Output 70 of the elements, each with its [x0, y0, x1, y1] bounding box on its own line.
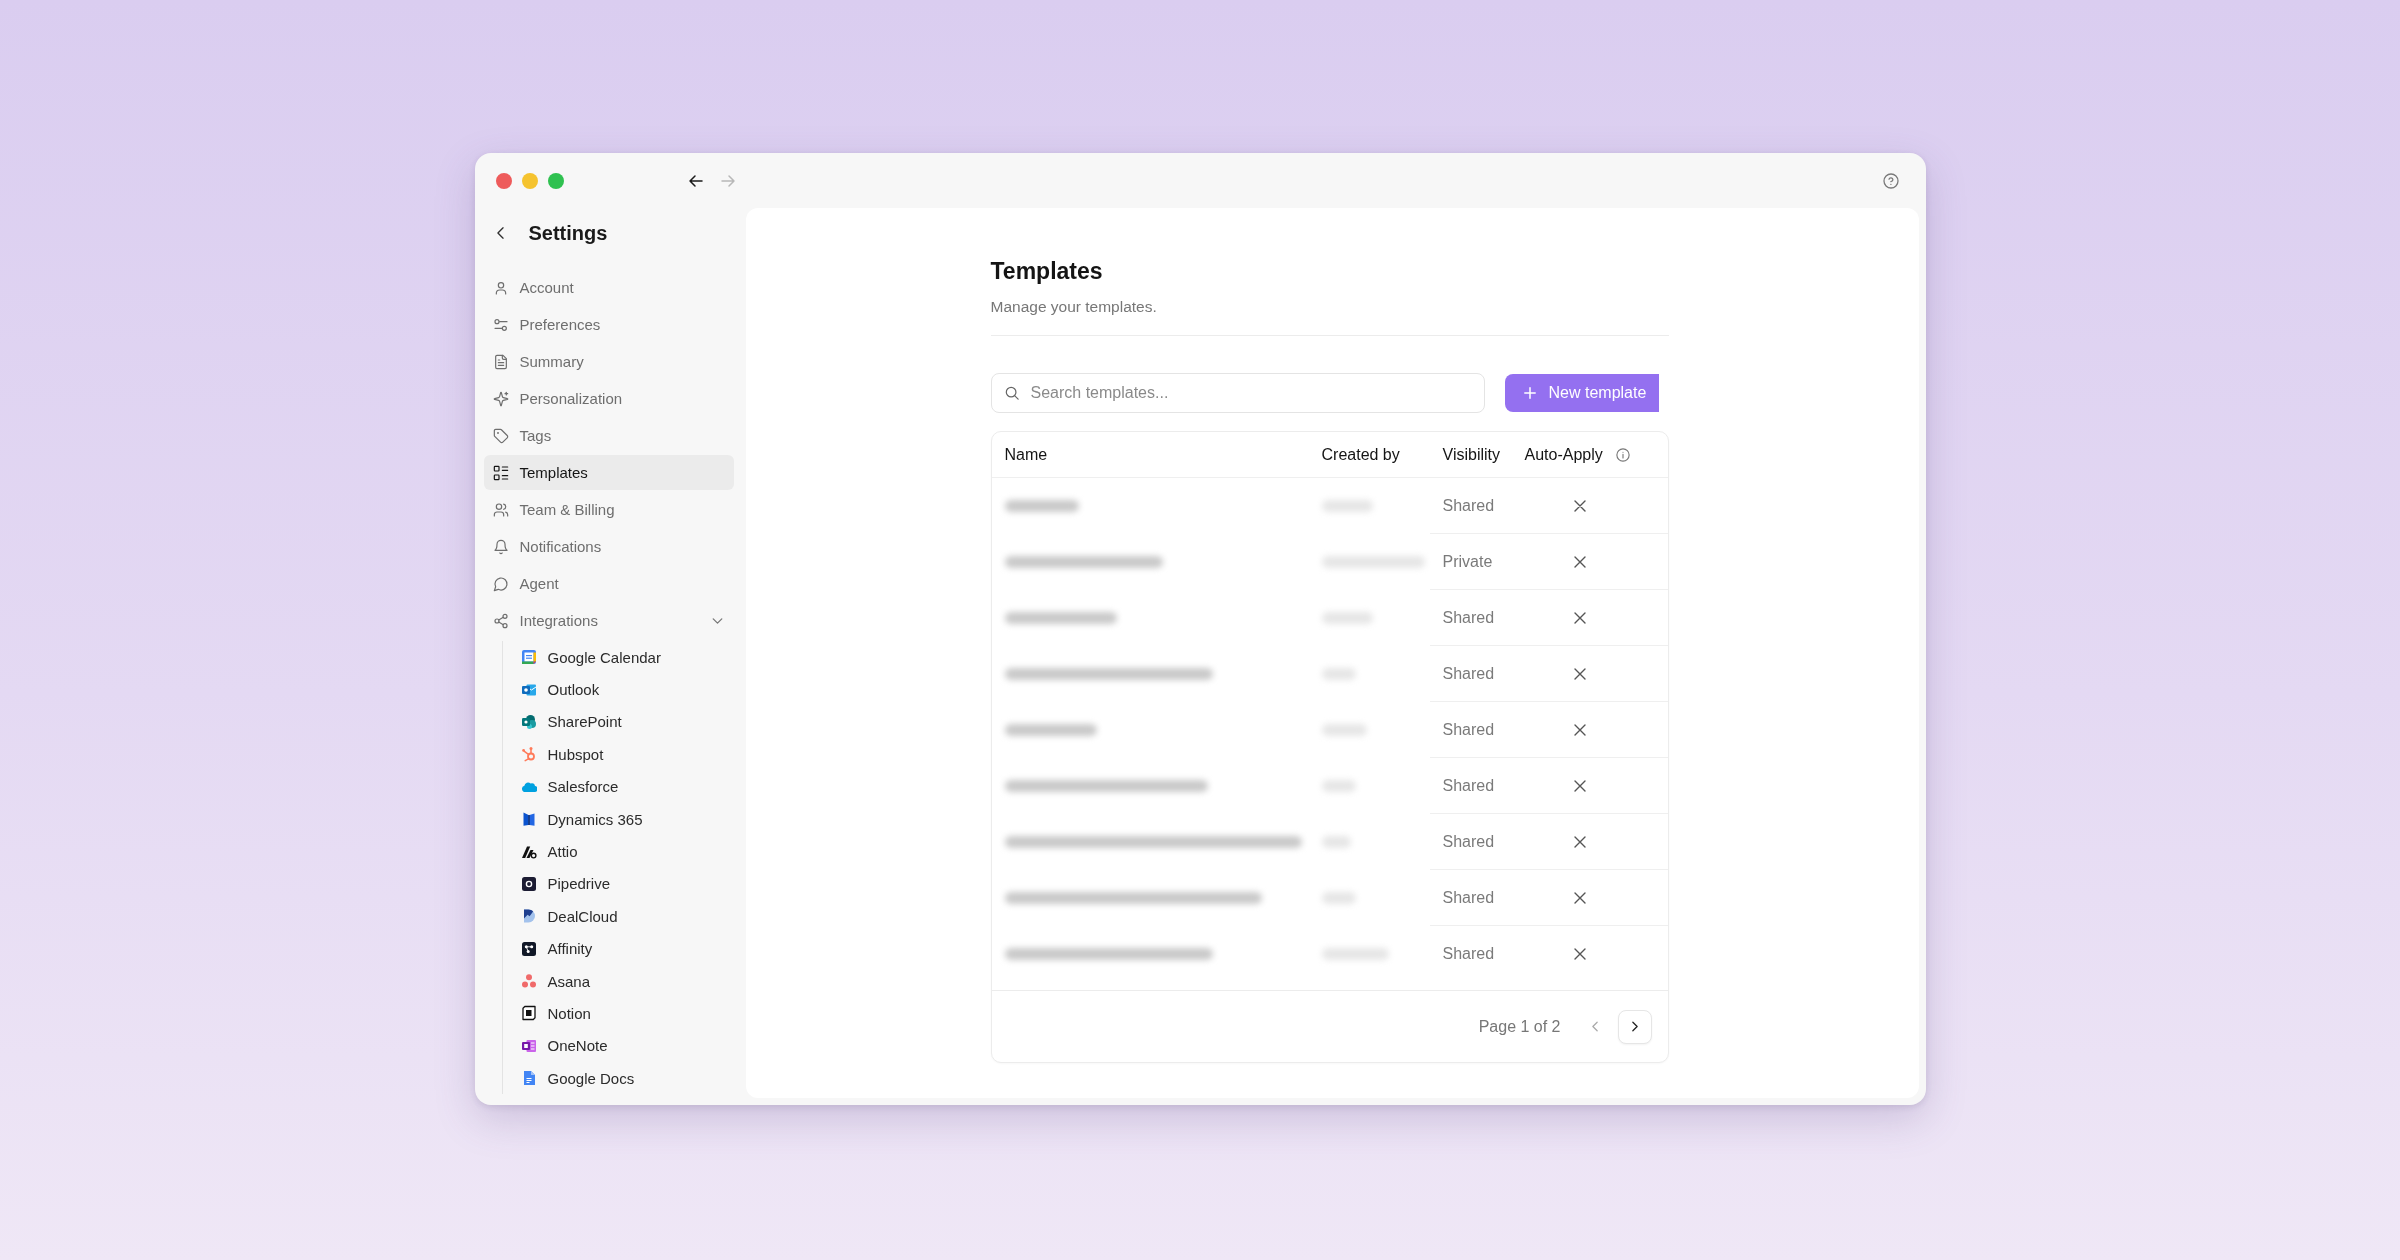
- integration-item[interactable]: Salesforce: [502, 770, 734, 803]
- sidebar-item[interactable]: Summary: [483, 344, 734, 379]
- network-tile-icon: [520, 940, 537, 957]
- sidebar-item[interactable]: Integrations: [483, 603, 734, 638]
- circles-icon: [520, 713, 537, 730]
- chat-bubble-icon: [492, 575, 509, 592]
- ring-tile-icon: [520, 875, 537, 892]
- bell-icon: [492, 538, 509, 555]
- sidebar-item[interactable]: Team & Billing: [483, 492, 734, 527]
- integration-item[interactable]: Google Docs: [502, 1062, 734, 1095]
- table-cell-text: Shared: [1441, 944, 1496, 964]
- column-header: Created by: [1321, 445, 1400, 464]
- chevron-down-icon[interactable]: [711, 617, 723, 624]
- table-cell: Shared: [1429, 478, 1512, 534]
- table-cell: Private: [1429, 534, 1512, 590]
- sidebar-item[interactable]: Personalization: [483, 381, 734, 416]
- column-header: Auto-Apply: [1524, 445, 1603, 464]
- plus-icon: [1523, 387, 1536, 399]
- sidebar-item[interactable]: Account: [483, 270, 734, 305]
- search-icon: [1004, 386, 1019, 400]
- page-title: Templates: [990, 257, 1104, 285]
- table-cell: Shared: [1429, 870, 1512, 926]
- integration-item[interactable]: Notion: [502, 997, 734, 1030]
- sidebar-item[interactable]: Preferences: [483, 307, 734, 342]
- integration-item[interactable]: OneNote: [502, 1029, 734, 1063]
- search-field[interactable]: Search templates...: [990, 373, 1485, 413]
- tag-icon: [492, 427, 509, 444]
- page-subtitle: Manage your templates.: [990, 297, 1158, 317]
- integration-item[interactable]: DealCloud: [502, 900, 734, 933]
- list-icon: [492, 464, 509, 481]
- three-dots-icon: [520, 973, 537, 990]
- new-template-button[interactable]: New template: [1504, 374, 1659, 412]
- calendar-icon: [520, 649, 537, 666]
- table-cell: Shared: [1429, 646, 1512, 702]
- integration-item[interactable]: Outlook: [502, 673, 734, 706]
- column-header: Visibility: [1442, 445, 1500, 464]
- sidebar-item[interactable]: Tags: [483, 418, 734, 453]
- chevron-left-icon: [1591, 1021, 1598, 1032]
- close-icon[interactable]: [495, 172, 512, 189]
- integration-item[interactable]: Dynamics 365: [502, 802, 734, 836]
- sidebar-title: Settings: [528, 221, 608, 245]
- help-icon[interactable]: [1882, 172, 1899, 189]
- info-icon[interactable]: [1615, 447, 1630, 462]
- sidebar-item[interactable]: Agent: [483, 566, 734, 601]
- integration-item[interactable]: Affinity: [502, 932, 734, 965]
- integration-item[interactable]: SharePoint: [502, 705, 734, 739]
- table-cell: Shared: [1429, 814, 1512, 870]
- chevron-left-icon[interactable]: [496, 227, 504, 239]
- maximize-icon[interactable]: [547, 172, 564, 189]
- integration-item[interactable]: Hubspot: [502, 738, 734, 771]
- table-cell: Shared: [1429, 702, 1512, 758]
- document-lines-icon: [492, 353, 509, 370]
- back-arrow-icon[interactable]: [688, 174, 703, 187]
- notebook-icon: [520, 1037, 537, 1054]
- share-icon: [492, 612, 509, 629]
- sparkles-icon: [492, 390, 509, 407]
- page-indicator: Page 1 of 2: [1478, 1017, 1561, 1036]
- chevron-right-icon: [1631, 1021, 1638, 1032]
- users-icon: [492, 501, 509, 518]
- sidebar-item[interactable]: Notifications: [483, 529, 734, 564]
- integration-item[interactable]: Attio: [502, 835, 734, 868]
- table-cell: Shared: [1429, 590, 1512, 646]
- column-header: Name: [1004, 445, 1048, 464]
- sidebar-item[interactable]: Templates: [483, 455, 734, 490]
- sprocket-icon: [520, 746, 537, 763]
- integration-item[interactable]: Google Calendar: [502, 641, 734, 674]
- integration-item[interactable]: Asana: [502, 964, 734, 998]
- sliders-icon: [492, 316, 509, 333]
- integration-item[interactable]: Pipedrive: [502, 867, 734, 901]
- table-cell: Shared: [1429, 758, 1512, 814]
